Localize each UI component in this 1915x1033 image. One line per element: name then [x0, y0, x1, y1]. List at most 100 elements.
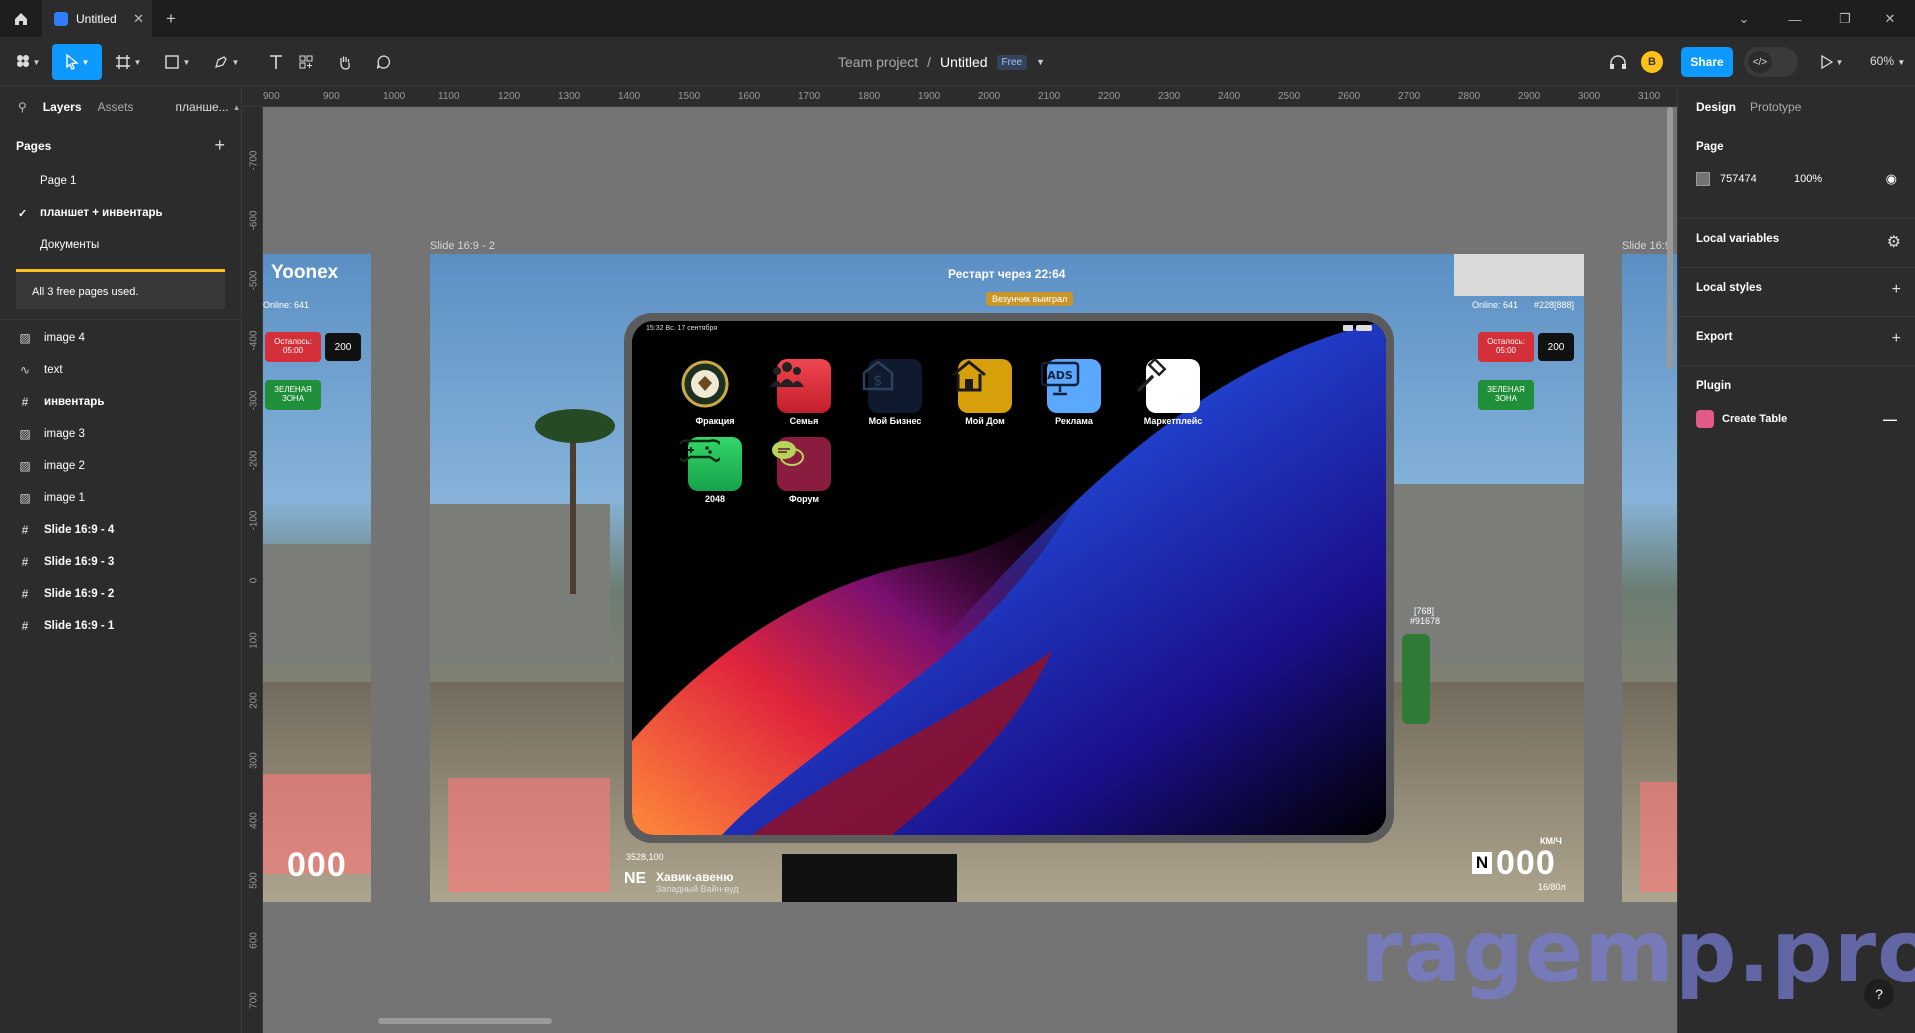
add-page-icon[interactable]: + — [214, 135, 225, 156]
layer-row[interactable]: ▨ image 3 — [0, 418, 241, 450]
frame-label[interactable]: Slide 16:9 - 2 — [430, 240, 495, 252]
close-tab-icon[interactable]: ✕ — [133, 11, 144, 27]
share-button[interactable]: Share — [1681, 47, 1733, 77]
project-name[interactable]: Team project — [838, 54, 918, 70]
local-variables-section[interactable]: Local variables ⚙ — [1678, 219, 1915, 268]
layer-row[interactable]: # Slide 16:9 - 4 — [0, 514, 241, 546]
new-tab-button[interactable]: + — [166, 9, 176, 29]
add-style-icon[interactable]: + — [1892, 281, 1901, 299]
tab-assets[interactable]: Assets — [98, 100, 134, 114]
layer-name: image 4 — [44, 332, 85, 344]
app-ads[interactable]: ADS Реклама — [1039, 359, 1109, 426]
app-2048[interactable]: 2048 — [680, 437, 750, 504]
home-button[interactable] — [8, 8, 34, 30]
dev-mode-toggle[interactable]: </> — [1744, 47, 1798, 77]
page-color-value[interactable]: 757474 — [1720, 173, 1794, 185]
chevron-down-icon[interactable]: ▼ — [1036, 57, 1045, 67]
pen-tool-button[interactable]: ▼ — [206, 44, 246, 80]
code-icon: </> — [1748, 51, 1772, 73]
app-faction[interactable]: Фракция — [680, 359, 750, 426]
placeholder-rect — [1454, 254, 1584, 296]
layer-name: Slide 16:9 - 4 — [44, 524, 115, 536]
frame-tool-button[interactable]: ▼ — [108, 44, 148, 80]
layer-row[interactable]: ∿ text — [0, 354, 241, 386]
page-title: Page — [1696, 141, 1724, 153]
layer-name: image 3 — [44, 428, 85, 440]
hud-online: Online: 641 — [1472, 300, 1519, 310]
count-badge: 200 — [325, 333, 361, 361]
layer-row[interactable]: # Slide 16:9 - 2 — [0, 578, 241, 610]
page-item[interactable]: Page 1 — [0, 165, 241, 197]
right-panel-tabs: Design Prototype — [1678, 87, 1915, 127]
help-button[interactable]: ? — [1864, 979, 1894, 1009]
file-name[interactable]: Untitled — [940, 54, 987, 70]
app-forum[interactable]: Форум — [769, 437, 839, 504]
zoom-level[interactable]: 60% ▼ — [1870, 54, 1905, 68]
tab-current-page[interactable]: планше... — [176, 100, 229, 114]
tab-prototype[interactable]: Prototype — [1750, 100, 1801, 114]
file-tab[interactable]: Untitled ✕ — [42, 0, 152, 38]
placeholder-box — [448, 778, 610, 892]
layer-row[interactable]: ▨ image 2 — [0, 450, 241, 482]
app-my-home[interactable]: Мой Дом — [950, 359, 1020, 426]
restore-button[interactable]: ❐ — [1820, 0, 1870, 38]
image-icon: ▨ — [19, 491, 31, 505]
local-styles-section[interactable]: Local styles + — [1678, 268, 1915, 317]
plugin-row[interactable]: Create Table — — [1696, 410, 1897, 428]
app-label: Форум — [788, 494, 820, 504]
minimize-button[interactable]: — — [1770, 0, 1820, 38]
app-label: 2048 — [704, 494, 726, 504]
search-icon[interactable]: ⚲ — [18, 100, 27, 114]
chevron-down-icon[interactable]: ⌄ — [1719, 0, 1769, 38]
layer-name: text — [44, 364, 63, 376]
hud-brand: Yoonex — [271, 262, 339, 283]
present-button[interactable]: ▼ — [1812, 44, 1852, 80]
move-tool-button[interactable]: ▼ — [52, 44, 102, 80]
shape-tool-button[interactable]: ▼ — [157, 44, 197, 80]
page-opacity-value[interactable]: 100% — [1794, 173, 1822, 185]
variables-settings-icon[interactable]: ⚙ — [1887, 232, 1901, 252]
avatar[interactable]: B — [1641, 51, 1663, 73]
page-item[interactable]: ✓ планшет + инвентарь — [0, 197, 241, 229]
layer-row[interactable]: # Slide 16:9 - 3 — [0, 546, 241, 578]
layer-row[interactable]: # инвентарь — [0, 386, 241, 418]
ruler-tick: 200 — [248, 692, 260, 709]
toolbar: ▼ ▼ ▼ ▼ ▼ Team project / Untitled Free ▼… — [0, 38, 1915, 86]
vertical-scrollbar[interactable] — [1667, 107, 1673, 369]
horizontal-scrollbar[interactable] — [378, 1018, 552, 1024]
close-window-button[interactable]: ✕ — [1865, 0, 1915, 38]
page-item[interactable]: Документы — [0, 229, 241, 261]
app-marketplace[interactable]: Маркетплейс — [1134, 359, 1212, 426]
page-fill-row[interactable]: 757474 100% ◉ — [1696, 171, 1897, 187]
figma-menu-icon — [16, 55, 29, 67]
count-badge: 200 — [1538, 333, 1574, 361]
ruler-tick: 400 — [248, 812, 260, 829]
tab-layers[interactable]: Layers — [43, 100, 82, 114]
app-business[interactable]: $ Мой Бизнес — [860, 359, 930, 426]
hand-tool-button[interactable] — [325, 44, 365, 80]
layer-row[interactable]: ▨ image 4 — [0, 322, 241, 354]
layer-row[interactable]: ▨ image 1 — [0, 482, 241, 514]
ruler-tick: 1300 — [558, 91, 581, 102]
layer-row[interactable]: # Slide 16:9 - 1 — [0, 610, 241, 642]
add-export-icon[interactable]: + — [1892, 330, 1901, 348]
tablet-mockup[interactable]: 15:32 Вс. 17 сентября Фракция Семья $ Мо… — [624, 313, 1394, 843]
eye-icon[interactable]: ◉ — [1886, 171, 1897, 187]
frame-icon: # — [21, 523, 29, 537]
chevron-up-icon[interactable]: ▲ — [233, 103, 241, 112]
resources-button[interactable] — [286, 44, 326, 80]
app-family[interactable]: Семья — [769, 359, 839, 426]
comment-tool-button[interactable] — [364, 44, 404, 80]
frame-label[interactable]: Slide 16:9 — [1622, 240, 1671, 252]
slide-frame-left[interactable]: Yoonex Online: 641 Осталось: 05:00 200 З… — [263, 254, 371, 902]
ruler-tick: 0 — [248, 577, 260, 584]
rectangle-icon — [164, 55, 179, 69]
district-name: Западный Вайн-вуд — [656, 884, 739, 894]
export-section[interactable]: Export + — [1678, 317, 1915, 366]
audio-button[interactable] — [1598, 44, 1638, 80]
page-color-swatch[interactable] — [1696, 172, 1710, 186]
remove-plugin-icon[interactable]: — — [1883, 411, 1897, 427]
main-menu-button[interactable]: ▼ — [8, 44, 48, 80]
tab-design[interactable]: Design — [1696, 100, 1736, 114]
ruler-tick: -100 — [248, 510, 260, 531]
